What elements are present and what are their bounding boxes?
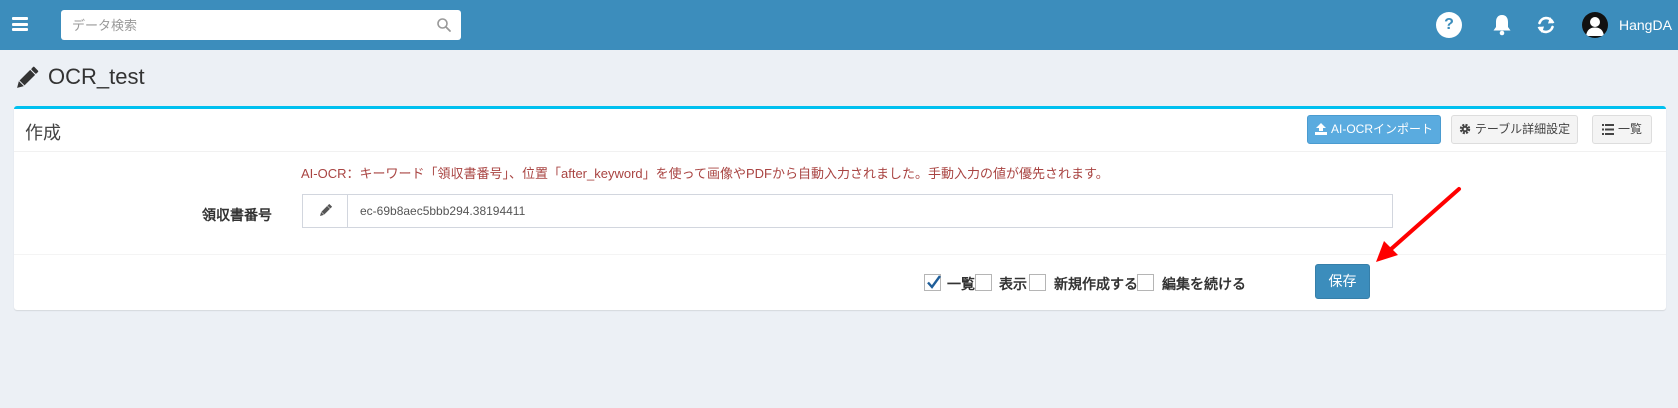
table-settings-label: テーブル詳細設定 <box>1474 122 1571 136</box>
list-button[interactable]: 一覧 <box>1592 115 1652 144</box>
hamburger-menu-icon[interactable] <box>12 17 28 31</box>
user-avatar-icon[interactable] <box>1582 12 1608 38</box>
save-button[interactable]: 保存 <box>1315 264 1370 299</box>
pencil-icon <box>17 66 39 88</box>
table-settings-button[interactable]: テーブル詳細設定 <box>1451 115 1578 144</box>
checkbox-create-new-label: 新規作成する <box>1054 276 1138 292</box>
search-input[interactable] <box>61 10 421 40</box>
checkbox-continue-edit-label: 編集を続ける <box>1162 276 1246 292</box>
receipt-number-field-group <box>302 194 1393 228</box>
top-navbar: ? HangDA <box>0 0 1678 50</box>
gear-icon <box>1459 123 1471 135</box>
receipt-number-label: 領収書番号 <box>202 207 272 223</box>
username[interactable]: HangDA <box>1619 17 1672 33</box>
card-title: 作成 <box>25 123 61 143</box>
help-icon[interactable]: ? <box>1436 12 1462 38</box>
list-icon <box>1601 124 1614 135</box>
list-button-label: 一覧 <box>1617 122 1642 136</box>
page-title: OCR_test <box>48 64 145 89</box>
bell-icon[interactable] <box>1491 13 1513 37</box>
annotation-arrow <box>1376 187 1461 262</box>
checkbox-list[interactable] <box>924 274 941 291</box>
search-icon[interactable] <box>436 17 452 33</box>
field-edit-addon <box>303 195 348 227</box>
refresh-icon[interactable] <box>1535 14 1557 36</box>
card-header-divider <box>14 151 1666 152</box>
checkbox-view[interactable] <box>975 274 992 291</box>
checkbox-continue-edit[interactable] <box>1137 274 1154 291</box>
upload-icon <box>1314 123 1327 135</box>
checkbox-list-label: 一覧 <box>947 276 975 292</box>
checkbox-view-label: 表示 <box>999 276 1027 292</box>
ai-ocr-import-button[interactable]: AI-OCRインポート <box>1307 115 1441 144</box>
search-box <box>61 10 461 40</box>
checkbox-create-new[interactable] <box>1029 274 1046 291</box>
ocr-notice-text: AI-OCR：キーワード「領収書番号」、位置「after_keyword」を使っ… <box>301 166 1109 181</box>
receipt-number-input[interactable] <box>349 195 1392 227</box>
ai-ocr-import-label: AI-OCRインポート <box>1330 122 1433 136</box>
pencil-icon <box>320 204 332 216</box>
checkmark-icon <box>927 275 941 289</box>
